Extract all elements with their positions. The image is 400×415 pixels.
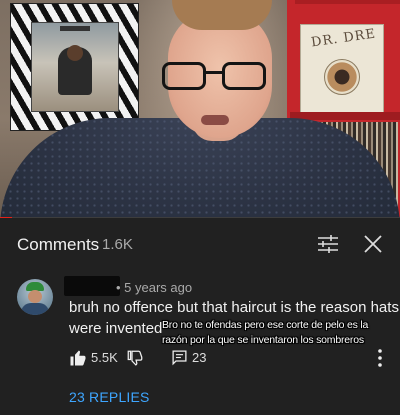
avatar-body — [21, 303, 49, 315]
comment-actions: 5.5K 23 — [69, 347, 399, 369]
person-hair — [172, 0, 272, 30]
like-count: 5.5K — [91, 350, 118, 365]
redacted-username — [64, 276, 120, 296]
zebra-poster — [10, 3, 139, 131]
comment-item: • 5 years ago bruh no offence but that h… — [0, 276, 400, 406]
translation-line: razón por la que se inventaron los sombr… — [162, 334, 364, 346]
album-title: DR. DRE — [310, 26, 377, 51]
album-art-circle — [324, 59, 360, 95]
video-frame[interactable]: DR. DRE — [0, 0, 400, 218]
glasses-lens-right — [222, 62, 266, 90]
avatar-face — [28, 290, 42, 303]
reply-icon[interactable] — [171, 349, 188, 366]
thumbs-up-icon — [70, 350, 86, 366]
glasses — [162, 62, 270, 92]
avatar[interactable] — [17, 279, 53, 315]
view-replies-link[interactable]: 23 REPLIES — [69, 389, 150, 405]
comments-count: 1.6K — [102, 236, 133, 253]
glasses-lens-left — [162, 62, 206, 90]
translation-line: Bro no te ofendas pero ese corte de pelo… — [162, 319, 369, 331]
comment-text-line: bruh no offence but that haircut is the … — [69, 299, 399, 316]
shelf-top — [295, 0, 400, 4]
comments-title: Comments — [17, 235, 100, 254]
translation-overlay: Bro no te ofendas pero ese corte de pelo… — [162, 318, 398, 348]
album-cover: DR. DRE — [300, 24, 384, 114]
video-progress-fill — [0, 217, 12, 218]
person-mouth — [201, 115, 229, 125]
like-button[interactable]: 5.5K — [69, 347, 129, 369]
comments-header: Comments 1.6K — [0, 226, 400, 262]
video-progress-bar[interactable] — [0, 217, 400, 218]
glasses-bridge — [205, 71, 223, 74]
poster-label-strip — [60, 26, 90, 31]
close-icon[interactable] — [361, 232, 385, 256]
thumbs-down-icon[interactable] — [126, 349, 144, 367]
poster-photo — [31, 22, 119, 112]
more-vertical-icon[interactable] — [375, 347, 385, 369]
reply-count: 23 — [192, 350, 207, 365]
poster-head — [67, 45, 83, 61]
sort-icon[interactable] — [317, 234, 339, 254]
comment-timestamp: • 5 years ago — [116, 280, 193, 295]
